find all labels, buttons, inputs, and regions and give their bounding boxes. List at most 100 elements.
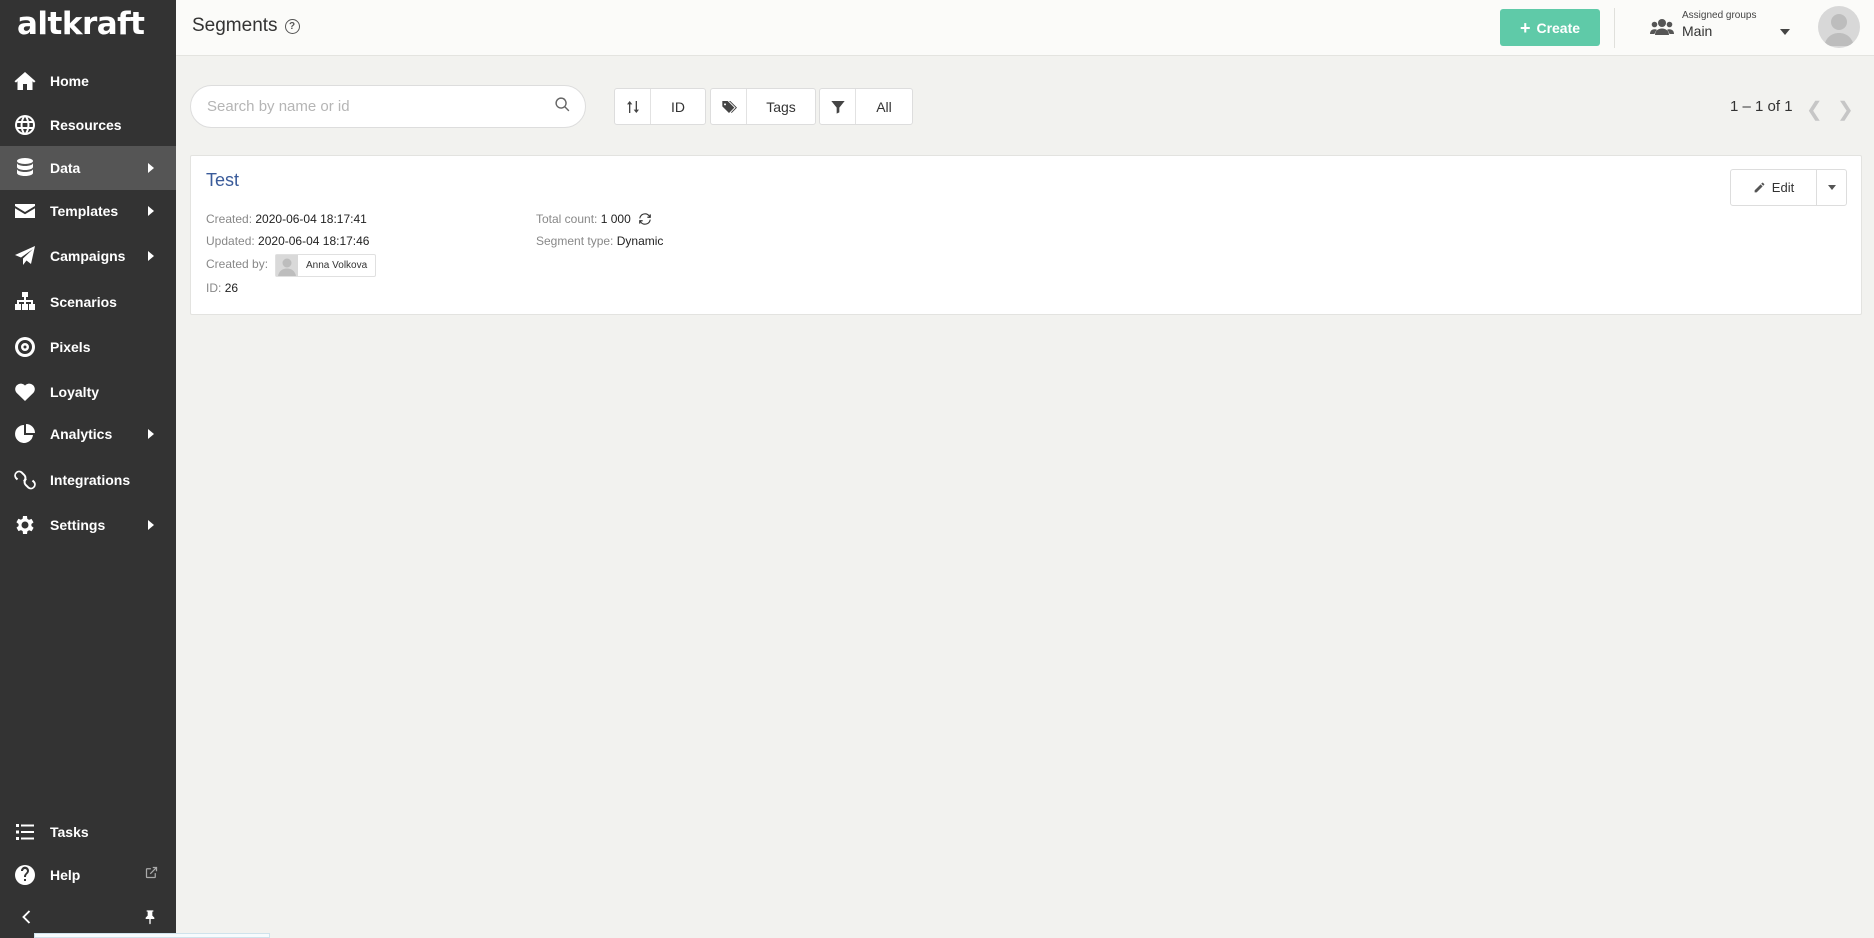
tags-filter[interactable]: Tags (710, 88, 816, 125)
edit-button[interactable]: Edit (1731, 170, 1817, 205)
sidebar-item-templates[interactable]: Templates (0, 189, 176, 233)
sidebar-item-label: Scenarios (50, 294, 117, 310)
caret-right-icon (148, 520, 154, 530)
sidebar-item-label: Analytics (50, 426, 113, 442)
sidebar: altkraft Home Resources Data Templates C… (0, 0, 176, 938)
question-circle-icon (0, 863, 50, 887)
status-filter[interactable]: All (819, 88, 913, 125)
total-count-value: 1 000 (600, 212, 631, 226)
chevron-left-icon[interactable] (16, 907, 36, 932)
caret-right-icon (148, 251, 154, 261)
database-icon (0, 156, 50, 180)
sidebar-item-label: Tasks (50, 824, 89, 840)
sort-control[interactable]: ID (614, 88, 706, 125)
created-key: Created: (206, 212, 253, 226)
help-icon[interactable]: ? (284, 18, 300, 34)
create-button-label: Create (1536, 19, 1581, 36)
external-link-icon (144, 865, 159, 885)
id-key: ID: (206, 281, 222, 295)
sidebar-item-label: Settings (50, 517, 106, 533)
sidebar-item-campaigns[interactable]: Campaigns (0, 234, 176, 278)
chevron-right-icon[interactable]: ❯ (1837, 97, 1854, 122)
sidebar-item-tasks[interactable]: Tasks (0, 810, 176, 854)
updated-field: Updated: 2020-06-04 18:17:46 (206, 234, 369, 248)
pagination-info: 1 – 1 of 1 (1730, 98, 1793, 115)
created-by-key: Created by: (206, 257, 269, 271)
segment-type-value: Dynamic (616, 234, 664, 248)
caret-right-icon (148, 163, 154, 173)
search-input[interactable] (207, 98, 554, 115)
total-count-field: Total count: 1 000 (536, 212, 652, 229)
sort-field-label[interactable]: ID (651, 89, 705, 124)
paper-plane-icon (0, 244, 50, 268)
segment-name-link[interactable]: Test (206, 170, 239, 191)
home-icon (0, 69, 50, 93)
sidebar-item-analytics[interactable]: Analytics (0, 412, 176, 456)
sidebar-item-scenarios[interactable]: Scenarios (0, 280, 176, 324)
creator-name: Anna Volkova (306, 260, 368, 271)
list-icon (0, 820, 50, 844)
sidebar-item-label: Integrations (50, 472, 131, 488)
user-avatar[interactable] (1818, 6, 1860, 48)
id-value: 26 (224, 281, 239, 295)
chevron-left-icon[interactable]: ❮ (1806, 97, 1823, 122)
sidebar-item-home[interactable]: Home (0, 59, 176, 103)
sidebar-item-label: Loyalty (50, 384, 100, 400)
segment-type-field: Segment type: Dynamic (536, 234, 663, 248)
sort-icon[interactable] (615, 89, 651, 124)
page-title-text: Segments (192, 15, 278, 36)
gear-icon (0, 513, 50, 537)
edit-button-label: Edit (1771, 180, 1795, 195)
sidebar-item-label: Templates (50, 203, 119, 219)
sitemap-icon (0, 290, 50, 314)
caret-right-icon (148, 206, 154, 216)
status-filter-label: All (876, 98, 892, 115)
sidebar-item-label: Pixels (50, 339, 91, 355)
sidebar-item-resources[interactable]: Resources (0, 103, 176, 147)
filter-icon (820, 89, 856, 124)
caret-down-icon (1827, 185, 1836, 190)
envelope-icon (0, 199, 50, 223)
sidebar-item-integrations[interactable]: Integrations (0, 458, 176, 502)
create-button[interactable]: + Create (1500, 9, 1600, 46)
globe-icon (0, 113, 50, 137)
sidebar-item-help[interactable]: Help (0, 853, 176, 897)
created-by-field: Created by: (206, 257, 268, 271)
sidebar-item-loyalty[interactable]: Loyalty (0, 370, 176, 414)
updated-value: 2020-06-04 18:17:46 (258, 234, 370, 248)
sidebar-item-label: Help (50, 867, 81, 883)
avatar (276, 255, 298, 276)
target-icon (0, 335, 50, 359)
sidebar-item-label: Home (50, 73, 89, 89)
refresh-icon[interactable] (638, 212, 652, 229)
pencil-icon (1754, 182, 1765, 193)
search-box (190, 85, 586, 128)
heart-icon (0, 380, 50, 404)
plus-icon: + (1519, 17, 1531, 38)
pin-icon[interactable] (142, 909, 158, 930)
page-title: Segments ? (192, 15, 300, 37)
sidebar-item-label: Data (50, 160, 81, 176)
sidebar-item-pixels[interactable]: Pixels (0, 325, 176, 369)
segment-card: Test Created: 2020-06-04 18:17:41 Update… (190, 155, 1862, 315)
sidebar-item-settings[interactable]: Settings (0, 503, 176, 547)
groups-caption: Assigned groups (1682, 10, 1757, 21)
altkraft-logo[interactable]: altkraft (0, 0, 176, 52)
search-icon[interactable] (554, 96, 571, 118)
sidebar-item-label: Resources (50, 117, 122, 133)
edit-button-group: Edit (1730, 169, 1847, 206)
tags-filter-label: Tags (766, 98, 796, 115)
caret-right-icon (148, 429, 154, 439)
assigned-groups-dropdown[interactable]: Assigned groups Main (1650, 9, 1790, 49)
sidebar-item-data[interactable]: Data (0, 146, 176, 190)
updated-key: Updated: (206, 234, 255, 248)
horizontal-scrollbar[interactable] (34, 933, 270, 938)
creator-chip[interactable]: Anna Volkova (275, 254, 377, 277)
total-count-key: Total count: (536, 212, 598, 226)
users-icon (1650, 17, 1674, 42)
header-divider (1614, 8, 1615, 48)
pie-chart-icon (0, 422, 50, 446)
created-value: 2020-06-04 18:17:41 (255, 212, 367, 226)
edit-options-toggle[interactable] (1817, 170, 1846, 205)
tags-icon (711, 89, 747, 124)
